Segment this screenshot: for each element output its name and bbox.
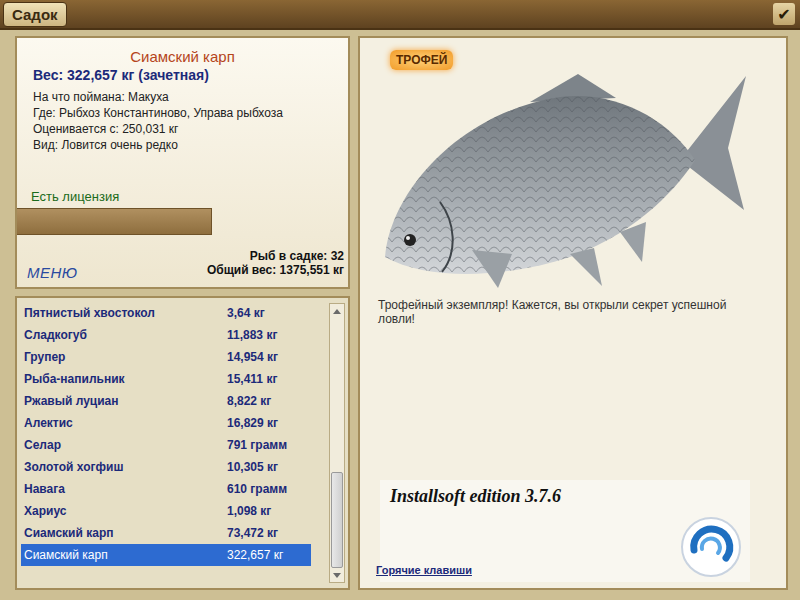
catch-weight: 8,822 кг xyxy=(227,394,311,408)
catch-weight: 73,472 кг xyxy=(227,526,311,540)
catch-weight: 1,098 кг xyxy=(227,504,311,518)
catch-weight: 11,883 кг xyxy=(227,328,311,342)
fish-count: Рыб в садке: 32 xyxy=(207,249,344,263)
catch-row[interactable]: Рыба-напильник15,411 кг xyxy=(21,368,311,390)
catch-name: Сиамский карп xyxy=(24,526,227,540)
catch-weight: 14,954 кг xyxy=(227,350,311,364)
catch-name: Групер xyxy=(24,350,227,364)
left-column: Сиамский карпВес: 322,657 кг (зачетная)Н… xyxy=(15,36,350,590)
fish-details: На что поймана: МакухаГде: Рыбхоз Конста… xyxy=(17,83,348,153)
catch-name: Хариус xyxy=(24,504,227,518)
scroll-down-icon[interactable] xyxy=(330,568,344,582)
trophy-panel: ТРОФЕЙ Трофейный экземпляр! Кажется, вы о… xyxy=(358,36,788,590)
header-bar: Садок ✔ xyxy=(0,0,800,30)
catch-name: Пятнистый хвостокол xyxy=(24,306,227,320)
detail-line: На что поймана: Макуха xyxy=(33,89,332,105)
sadok-window: Садок ✔ Сиамский карп Вес: 322,657 кг (заче… xyxy=(0,0,800,600)
catch-name: Рыба-напильник xyxy=(24,372,227,386)
content: Сиамский карпВес: 322,657 кг (зачетная)Н… xyxy=(0,30,800,600)
catch-row[interactable]: Сиамский карп73,472 кг xyxy=(21,522,311,544)
license-status: Есть лицензия xyxy=(17,189,348,205)
catch-list: Пятнистый хвостокол3,64 кгСладкогуб11,88… xyxy=(17,298,329,588)
catch-row[interactable]: Навага610 грамм xyxy=(21,478,311,500)
catch-weight: 15,411 кг xyxy=(227,372,311,386)
fish-info-panel: Сиамский карпВес: 322,657 кг (зачетная)Н… xyxy=(15,36,350,289)
fish-weight: Вес: 322,657 кг (зачетная) xyxy=(17,67,348,83)
catch-list-panel: Пятнистый хвостокол3,64 кгСладкогуб11,88… xyxy=(15,296,350,590)
total-weight: Общий вес: 1375,551 кг xyxy=(207,263,344,277)
catch-name: Сладкогуб xyxy=(24,328,227,342)
edition-bottom: Горячие клавиши xyxy=(390,516,742,578)
catch-row[interactable]: Групер14,954 кг xyxy=(21,346,311,368)
catch-name: Селар xyxy=(24,438,227,452)
detail-line: Вид: Ловится очень редко xyxy=(33,137,332,153)
catch-row[interactable]: Пятнистый хвостокол3,64 кг xyxy=(21,302,311,324)
hotkeys-link[interactable]: Горячие клавиши xyxy=(376,564,472,578)
catch-row[interactable]: Алектис16,829 кг xyxy=(21,412,311,434)
catch-weight: 610 грамм xyxy=(227,482,311,496)
catch-row[interactable]: Сладкогуб11,883 кг xyxy=(21,324,311,346)
title-button[interactable]: Садок xyxy=(3,2,67,27)
scrollbar xyxy=(329,303,345,583)
fish-name: Сиамский карп xyxy=(17,48,348,65)
edition-label: Installsoft edition 3.7.6 xyxy=(390,486,742,507)
catch-name: Навага xyxy=(24,482,227,496)
summary: Рыб в садке: 32Общий вес: 1375,551 кг xyxy=(207,249,344,283)
scroll-thumb[interactable] xyxy=(331,472,343,568)
catch-weight: 16,829 кг xyxy=(227,416,311,430)
license-bar xyxy=(17,208,212,235)
trophy-message: Трофейный экземпляр! Кажется, вы открыли… xyxy=(376,298,736,326)
catch-weight: 10,305 кг xyxy=(227,460,311,474)
fish-icon xyxy=(380,72,750,292)
catch-weight: 3,64 кг xyxy=(227,306,311,320)
catch-weight: 791 грамм xyxy=(227,438,311,452)
catch-row[interactable]: Селар791 грамм xyxy=(21,434,311,456)
info-footer: МЕНЮ Рыб в садке: 32Общий вес: 1375,551 к… xyxy=(17,235,348,287)
scroll-track[interactable] xyxy=(330,318,344,568)
catch-name: Золотой хогфиш xyxy=(24,460,227,474)
edition-box: Installsoft edition 3.7.6 Горячие клавиши xyxy=(380,480,750,582)
detail-line: Оценивается с: 250,031 кг xyxy=(33,121,332,137)
catch-row[interactable]: Ржавый луциан8,822 кг xyxy=(21,390,311,412)
catch-row[interactable]: Хариус1,098 кг xyxy=(21,500,311,522)
catch-name: Алектис xyxy=(24,416,227,430)
menu-link[interactable]: МЕНЮ xyxy=(27,264,78,283)
catch-weight: 322,657 кг xyxy=(227,548,311,562)
scroll-up-icon[interactable] xyxy=(330,304,344,318)
confirm-button[interactable]: ✔ xyxy=(773,3,795,25)
catch-name: Сиамский карп xyxy=(24,548,227,562)
installsoft-logo-icon xyxy=(680,516,742,578)
detail-line: Где: Рыбхоз Константиново, Управа рыбхоз… xyxy=(33,105,332,121)
catch-name: Ржавый луциан xyxy=(24,394,227,408)
catch-row[interactable]: Золотой хогфиш10,305 кг xyxy=(21,456,311,478)
trophy-badge: ТРОФЕЙ xyxy=(390,50,453,70)
catch-row[interactable]: Сиамский карп322,657 кг xyxy=(21,544,311,566)
